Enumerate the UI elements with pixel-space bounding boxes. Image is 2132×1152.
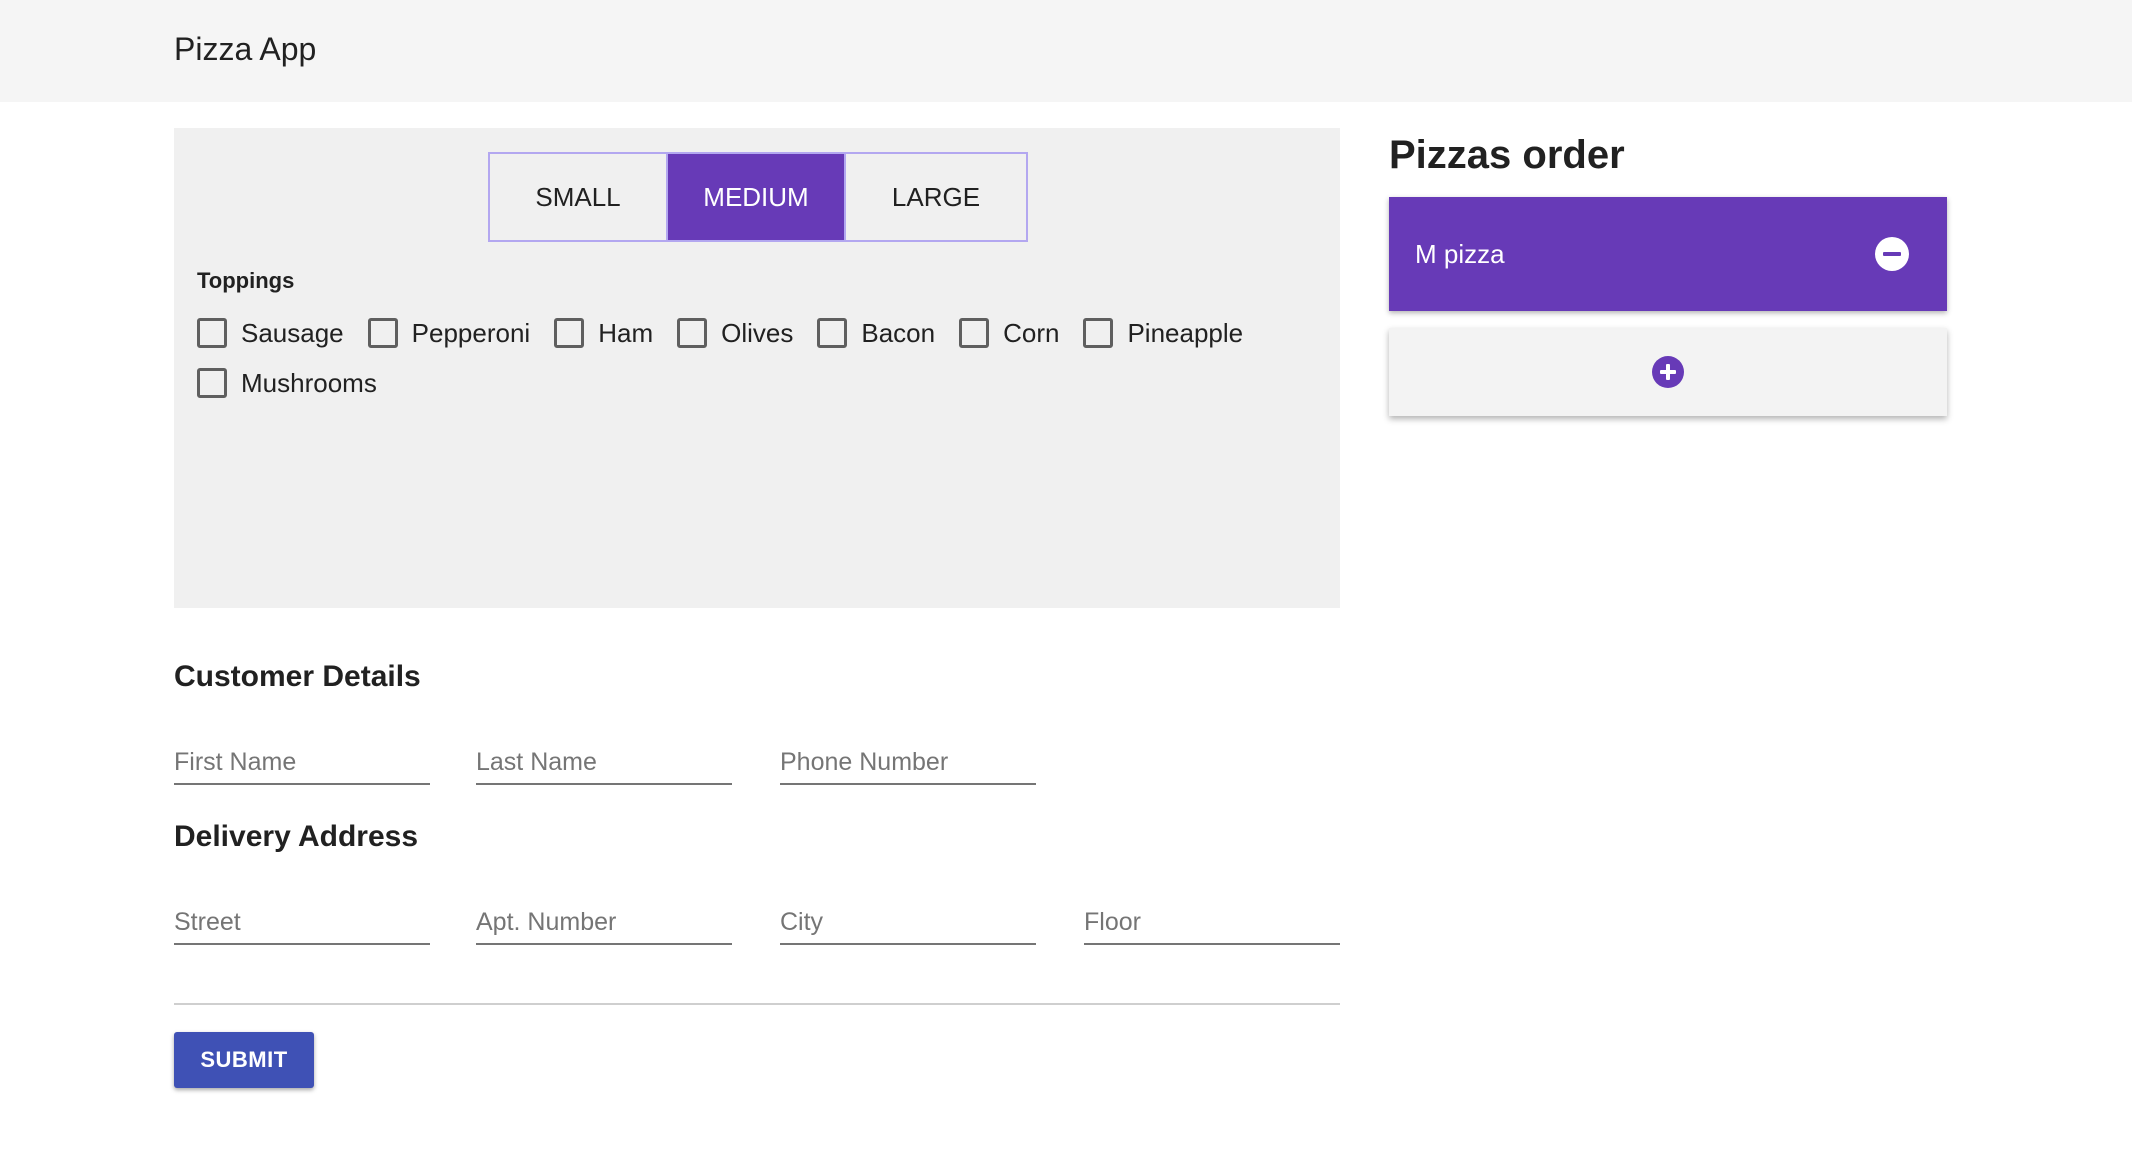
city-field bbox=[780, 895, 1036, 945]
city-input[interactable] bbox=[780, 895, 1036, 941]
topping-corn[interactable]: Corn bbox=[959, 318, 1059, 348]
phone-number-input[interactable] bbox=[780, 735, 1036, 781]
floor-field bbox=[1084, 895, 1340, 945]
size-small-button[interactable]: SMALL bbox=[490, 154, 668, 240]
topping-checkbox[interactable] bbox=[1083, 318, 1114, 348]
apt-number-field bbox=[476, 895, 732, 945]
topping-bacon[interactable]: Bacon bbox=[817, 318, 935, 348]
add-pizza-button[interactable] bbox=[1389, 328, 1947, 416]
topping-pepperoni[interactable]: Pepperoni bbox=[367, 317, 531, 348]
topping-label: Ham bbox=[598, 317, 654, 348]
topping-label: Pineapple bbox=[1127, 317, 1244, 348]
topping-mushrooms[interactable]: Mushrooms bbox=[197, 368, 377, 398]
plus-circle-icon[interactable] bbox=[1652, 356, 1684, 388]
topping-ham[interactable]: Ham bbox=[554, 318, 653, 348]
last-name-field bbox=[476, 735, 732, 785]
size-medium-button[interactable]: MEDIUM bbox=[668, 154, 846, 240]
toppings-list: Sausage Pepperoni Ham Olives Bacon Corn … bbox=[197, 318, 1297, 398]
topping-pineapple[interactable]: Pineapple bbox=[1083, 318, 1243, 348]
topping-checkbox[interactable] bbox=[197, 368, 227, 398]
submit-button[interactable]: SUBMIT bbox=[174, 1032, 314, 1088]
size-selector: SMALL MEDIUM LARGE bbox=[488, 152, 1028, 242]
order-item[interactable]: M pizza bbox=[1389, 197, 1947, 311]
topping-checkbox[interactable] bbox=[367, 318, 398, 348]
app-header: Pizza App bbox=[0, 0, 2132, 102]
first-name-field bbox=[174, 735, 430, 785]
delivery-address-title: Delivery Address bbox=[174, 820, 419, 853]
topping-checkbox[interactable] bbox=[197, 318, 227, 348]
form-divider bbox=[174, 1003, 1340, 1005]
topping-label: Sausage bbox=[241, 317, 344, 348]
topping-checkbox[interactable] bbox=[554, 318, 585, 348]
customer-details-title: Customer Details bbox=[174, 660, 421, 693]
minus-circle-icon[interactable] bbox=[1875, 237, 1909, 271]
apt-number-input[interactable] bbox=[476, 895, 732, 941]
app-title: Pizza App bbox=[174, 31, 317, 67]
pizza-builder-panel: SMALL MEDIUM LARGE Toppings Sausage Pepp… bbox=[174, 128, 1340, 608]
topping-sausage[interactable]: Sausage bbox=[197, 318, 344, 348]
topping-label: Olives bbox=[721, 317, 794, 348]
pizzas-order-title: Pizzas order bbox=[1389, 133, 1625, 177]
street-field bbox=[174, 895, 430, 945]
topping-checkbox[interactable] bbox=[959, 318, 990, 348]
topping-label: Corn bbox=[1003, 317, 1060, 348]
topping-label: Mushrooms bbox=[241, 367, 377, 398]
topping-olives[interactable]: Olives bbox=[677, 318, 793, 348]
topping-label: Bacon bbox=[861, 317, 936, 348]
size-large-button[interactable]: LARGE bbox=[846, 154, 1026, 240]
order-item-label: M pizza bbox=[1415, 238, 1505, 269]
topping-label: Pepperoni bbox=[411, 317, 531, 348]
first-name-input[interactable] bbox=[174, 735, 430, 781]
topping-checkbox[interactable] bbox=[817, 318, 848, 348]
phone-number-field bbox=[780, 735, 1036, 785]
floor-input[interactable] bbox=[1084, 895, 1340, 941]
street-input[interactable] bbox=[174, 895, 430, 941]
topping-checkbox[interactable] bbox=[677, 318, 708, 348]
last-name-input[interactable] bbox=[476, 735, 732, 781]
toppings-label: Toppings bbox=[197, 268, 295, 293]
